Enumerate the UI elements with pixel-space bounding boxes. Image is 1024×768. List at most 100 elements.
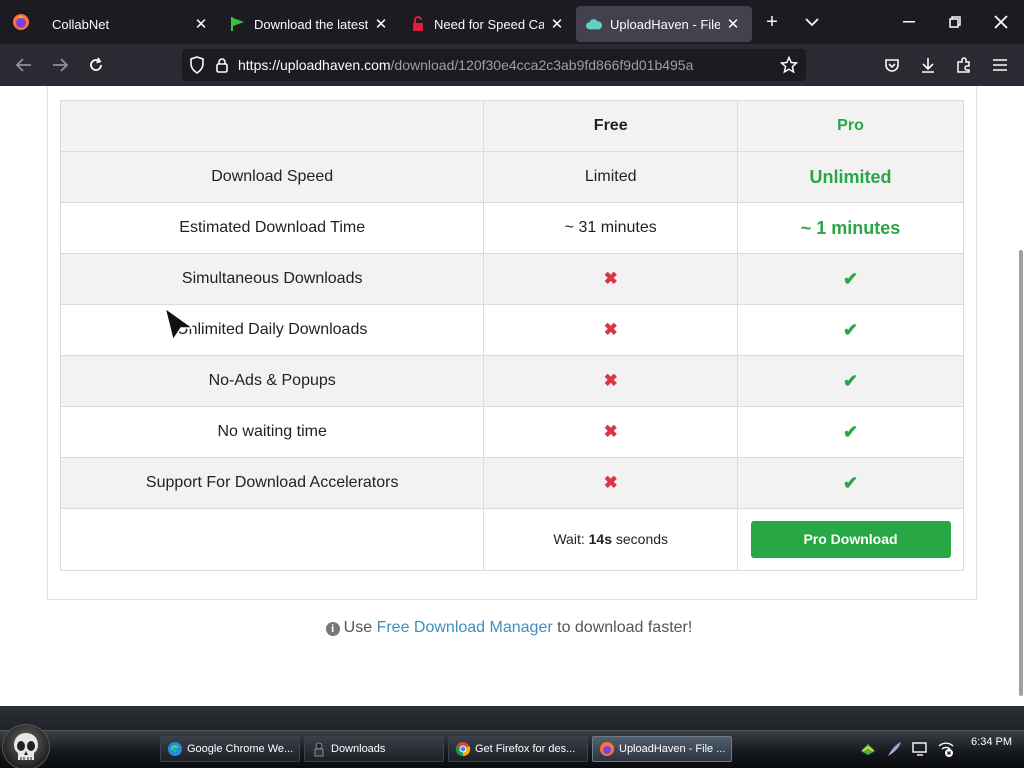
- page-content: Free Pro Download Speed Limited Unlimite…: [0, 86, 1018, 706]
- info-icon: i: [325, 622, 340, 636]
- tab-uploadhaven[interactable]: UploadHaven - File Sha ✕: [576, 6, 752, 42]
- taskbar-item-label: Get Firefox for des...: [475, 743, 576, 755]
- feature-label: Estimated Download Time: [59, 202, 485, 254]
- download-icon: [922, 58, 934, 73]
- cross-icon: ✖: [603, 473, 618, 492]
- taskbar-item-label: Google Chrome We...: [187, 743, 294, 755]
- puzzle-icon: [957, 57, 970, 73]
- table-header-row: Free Pro: [59, 100, 964, 152]
- feature-label: Support For Download Accelerators: [59, 457, 485, 509]
- extensions-button[interactable]: [946, 49, 982, 81]
- free-value: ~ 31 minutes: [483, 202, 739, 254]
- tab-strip: CollabNet ✕ Download the latest fre ✕ Ne…: [0, 0, 1024, 44]
- clock[interactable]: 6:34 PM: [971, 736, 1012, 748]
- green-flag-icon: [230, 16, 246, 32]
- cross-icon: ✖: [603, 320, 618, 339]
- tab-collabnet[interactable]: CollabNet ✕: [42, 6, 220, 42]
- free-value: Limited: [483, 151, 739, 203]
- wait-countdown: Wait: 14s seconds: [553, 531, 668, 547]
- tab-title: Download the latest fre: [254, 16, 368, 32]
- close-icon[interactable]: ✕: [548, 15, 566, 33]
- chevron-down-icon: [805, 18, 819, 27]
- close-icon[interactable]: ✕: [192, 15, 210, 33]
- table-row: Unlimited Daily Downloads ✖ ✔: [59, 304, 964, 356]
- display-icon[interactable]: [910, 739, 930, 759]
- list-all-tabs-button[interactable]: [792, 0, 832, 44]
- app-tray-icon[interactable]: [858, 739, 878, 759]
- tab-download-latest[interactable]: Download the latest fre ✕: [220, 6, 400, 42]
- toolbar-right: [874, 44, 1024, 86]
- wait-seconds: 14s: [588, 530, 612, 547]
- url-path: /download/120f30e4cca2c3ab9fd866f9d01b49…: [390, 57, 694, 73]
- check-icon: ✔: [842, 421, 859, 442]
- wait-suffix: seconds: [611, 530, 669, 547]
- minimize-button[interactable]: [886, 0, 932, 44]
- tab-need-for-speed[interactable]: Need for Speed Carbon ✕: [400, 6, 576, 42]
- cloud-icon: [586, 16, 602, 32]
- table-row: Estimated Download Time ~ 31 minutes ~ 1…: [59, 202, 964, 254]
- restore-button[interactable]: [932, 0, 978, 44]
- table-row: No waiting time ✖ ✔: [59, 406, 964, 458]
- table-row: Download Speed Limited Unlimited: [59, 151, 964, 203]
- reload-button[interactable]: [78, 49, 114, 81]
- skull-icon: [14, 733, 38, 760]
- cross-icon: ✖: [603, 422, 618, 441]
- check-icon: ✔: [842, 472, 859, 493]
- pocket-button[interactable]: [874, 49, 910, 81]
- minimize-icon: [903, 21, 915, 23]
- feature-label: No waiting time: [59, 406, 485, 458]
- red-lock-icon: [410, 16, 426, 32]
- address-bar[interactable]: https://uploadhaven.com/download/120f30e…: [182, 49, 806, 81]
- reload-icon: [90, 57, 102, 71]
- plan-comparison-table: Free Pro Download Speed Limited Unlimite…: [59, 100, 964, 571]
- new-tab-button[interactable]: +: [752, 0, 792, 44]
- downloads-button[interactable]: [910, 49, 946, 81]
- back-button[interactable]: [6, 49, 42, 81]
- bookmark-star-icon[interactable]: [779, 55, 799, 79]
- close-icon: [994, 15, 1008, 29]
- arrow-right-icon: [53, 58, 68, 72]
- feature-label: Download Speed: [59, 151, 485, 203]
- pro-download-button[interactable]: Pro Download: [750, 521, 951, 558]
- app-menu-button[interactable]: [982, 49, 1018, 81]
- tab-title: UploadHaven - File Sha: [610, 16, 720, 32]
- folder-icon: [311, 741, 327, 757]
- free-plan-header: Free: [483, 100, 739, 152]
- restore-icon: [949, 16, 961, 28]
- firefox-menu-icon[interactable]: [0, 0, 42, 44]
- taskbar: Google Chrome We... Downloads Get Firefo…: [0, 706, 1024, 768]
- pocket-icon: [885, 58, 899, 72]
- table-cell: [59, 100, 485, 152]
- tab-title: Need for Speed Carbon: [434, 16, 544, 32]
- table-cell: [59, 508, 485, 571]
- check-icon: ✔: [842, 370, 859, 391]
- free-download-manager-link[interactable]: Free Download Manager: [377, 619, 553, 636]
- cross-icon: ✖: [603, 371, 618, 390]
- taskbar-item-chrome-web[interactable]: Google Chrome We...: [160, 736, 300, 762]
- edge-icon: [167, 741, 183, 757]
- tab-title: CollabNet: [52, 16, 110, 32]
- taskbar-item-get-firefox[interactable]: Get Firefox for des...: [448, 736, 588, 762]
- start-button[interactable]: [2, 724, 50, 768]
- forward-button[interactable]: [42, 49, 78, 81]
- tip-suffix: to download faster!: [552, 619, 693, 636]
- padlock-icon[interactable]: [212, 57, 232, 73]
- close-icon[interactable]: ✕: [724, 15, 742, 33]
- mouse-cursor-icon: [163, 306, 195, 342]
- pro-value: ~ 1 minutes: [737, 202, 964, 254]
- close-icon[interactable]: ✕: [372, 15, 390, 33]
- feather-icon[interactable]: [884, 739, 904, 759]
- network-disconnected-icon[interactable]: [936, 739, 956, 759]
- taskbar-item-downloads[interactable]: Downloads: [304, 736, 444, 762]
- tracking-protection-shield-icon[interactable]: [182, 56, 212, 74]
- pro-plan-header: Pro: [737, 100, 964, 152]
- system-tray: 6:34 PM: [855, 730, 1024, 768]
- taskbar-item-uploadhaven[interactable]: UploadHaven - File ...: [592, 736, 732, 762]
- scrollbar-thumb[interactable]: [1019, 250, 1023, 696]
- tip-prefix: Use: [343, 619, 377, 636]
- hamburger-menu-icon: [993, 59, 1007, 71]
- close-window-button[interactable]: [978, 0, 1024, 44]
- taskbar-item-label: Downloads: [331, 743, 386, 755]
- wait-prefix: Wait:: [553, 530, 589, 547]
- arrow-left-icon: [16, 58, 31, 72]
